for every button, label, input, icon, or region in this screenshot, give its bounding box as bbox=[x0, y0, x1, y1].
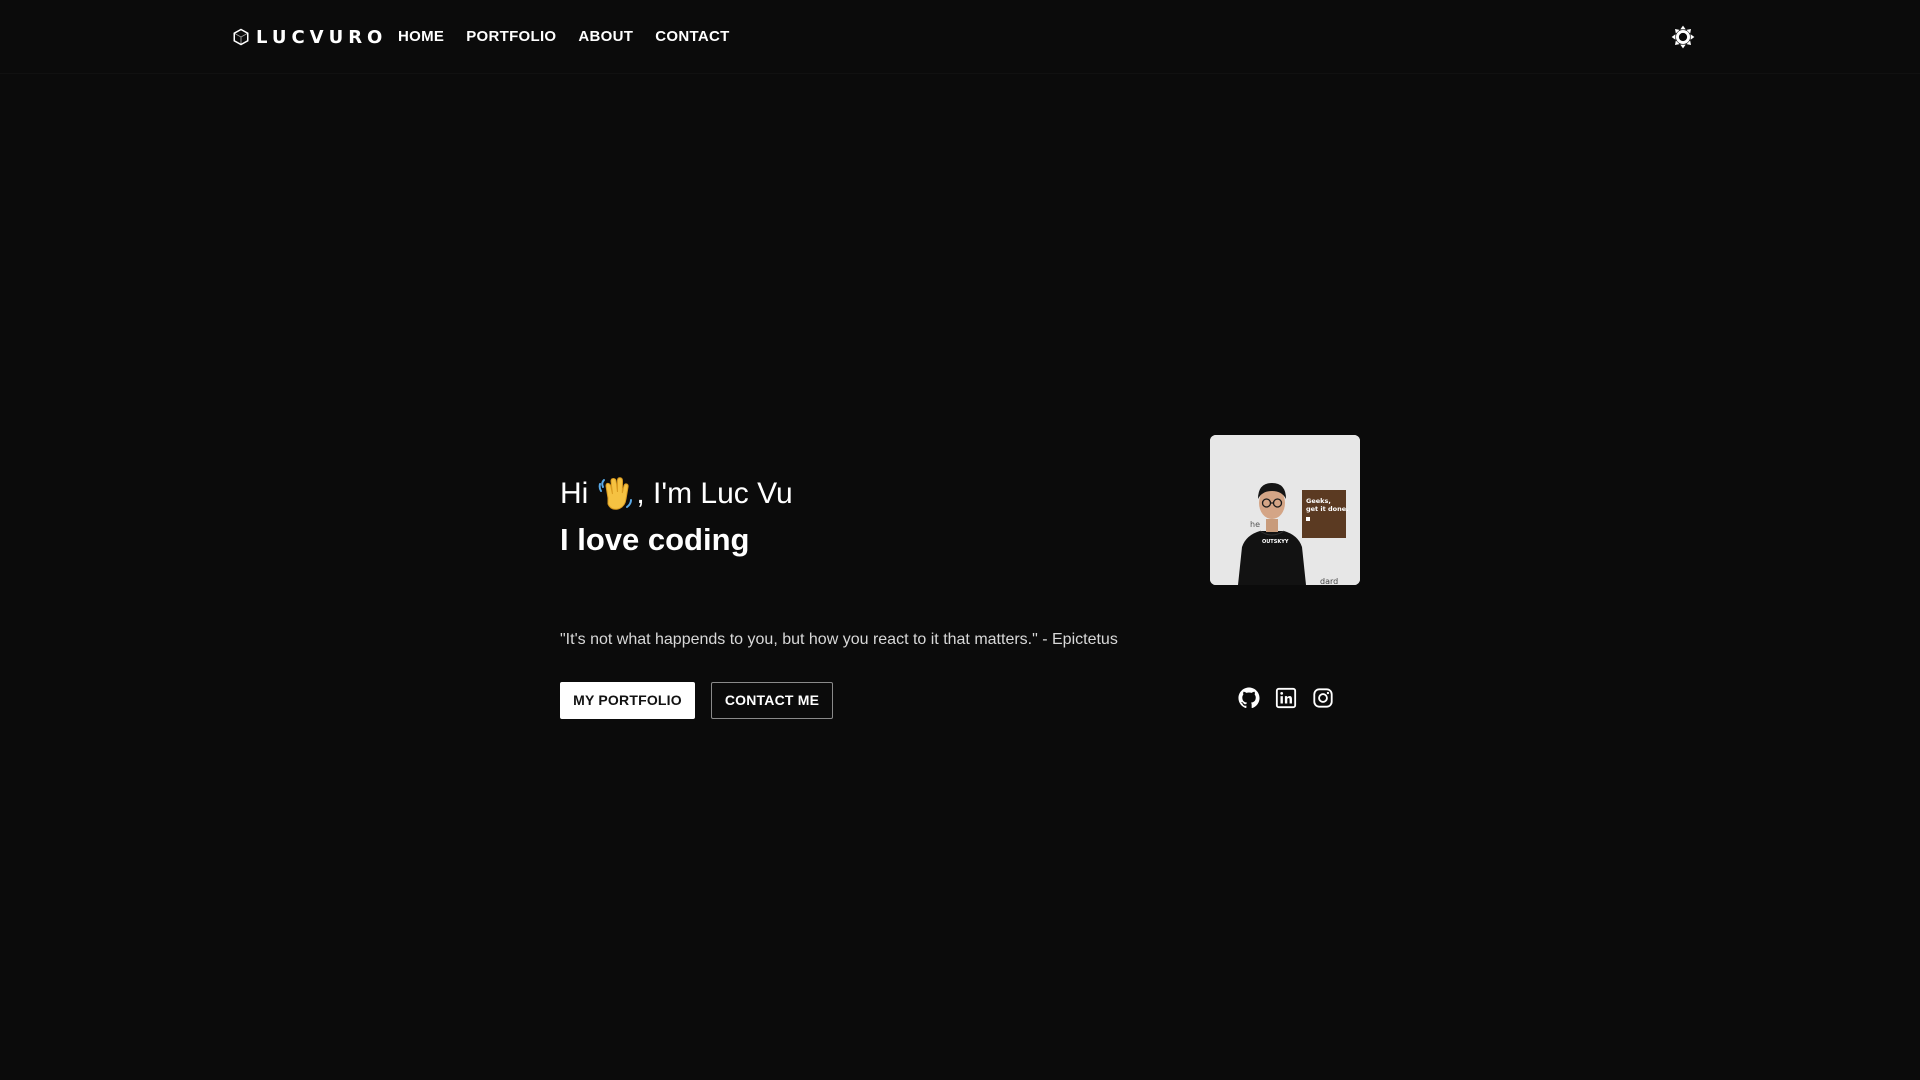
hero-tagline: I love coding bbox=[560, 522, 750, 557]
greeting-suffix: , I'm Luc Vu bbox=[636, 477, 793, 510]
hero-quote: "It's not what happends to you, but how … bbox=[560, 631, 1118, 648]
navbar: LUCVURO HOME PORTFOLIO ABOUT CONTACT bbox=[0, 0, 1920, 74]
sun-icon bbox=[1671, 25, 1695, 49]
linkedin-icon[interactable] bbox=[1275, 687, 1297, 709]
hero-greeting: Hi , I'm Luc Vu bbox=[560, 470, 793, 518]
greeting-prefix: Hi bbox=[560, 477, 589, 510]
svg-text:Geeks,: Geeks, bbox=[1306, 497, 1331, 505]
nav-contact[interactable]: CONTACT bbox=[655, 27, 729, 47]
nav-about[interactable]: ABOUT bbox=[578, 27, 633, 47]
contact-me-button[interactable]: CONTACT ME bbox=[711, 682, 833, 719]
svg-text:he: he bbox=[1250, 520, 1260, 529]
waving-hand-icon bbox=[598, 474, 634, 514]
nav-home[interactable]: HOME bbox=[398, 27, 444, 47]
svg-text:OUTSKYY: OUTSKYY bbox=[1262, 539, 1289, 545]
svg-text:get it done.: get it done. bbox=[1306, 505, 1349, 513]
main-nav: HOME PORTFOLIO ABOUT CONTACT bbox=[398, 27, 730, 47]
svg-text:dard: dard bbox=[1320, 577, 1338, 585]
nav-portfolio[interactable]: PORTFOLIO bbox=[466, 27, 556, 47]
social-links bbox=[1238, 687, 1334, 709]
instagram-icon[interactable] bbox=[1312, 687, 1334, 709]
page: LUCVURO HOME PORTFOLIO ABOUT CONTACT Hi … bbox=[0, 0, 1920, 1080]
github-icon[interactable] bbox=[1238, 687, 1260, 709]
portfolio-button[interactable]: MY PORTFOLIO bbox=[560, 682, 695, 719]
hexagon-icon bbox=[233, 28, 249, 46]
brand-logo[interactable]: LUCVURO bbox=[232, 25, 387, 49]
theme-toggle-button[interactable] bbox=[1670, 24, 1696, 50]
brand-name: LUCVURO bbox=[256, 26, 388, 48]
profile-photo: Geeks, get it done. he dard OUTSKYY bbox=[1210, 435, 1360, 585]
